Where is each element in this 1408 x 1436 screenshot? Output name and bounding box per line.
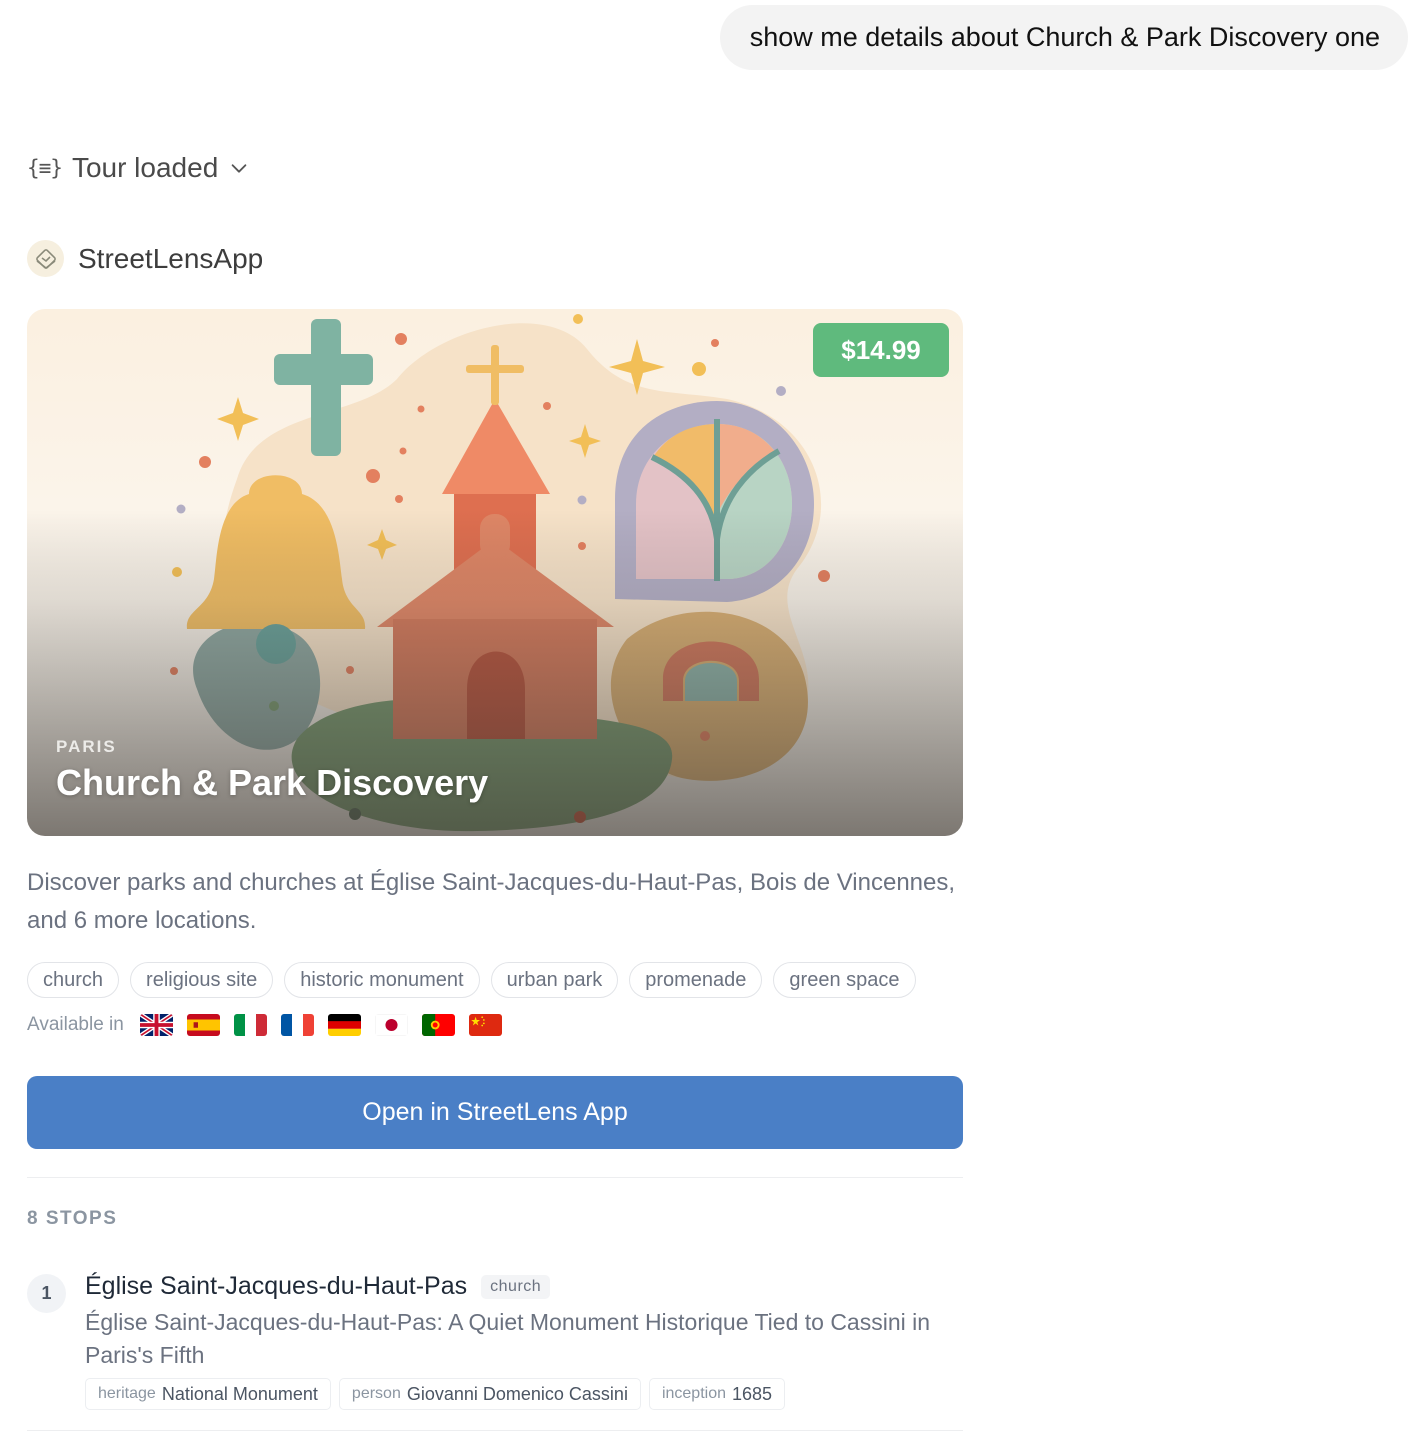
streetlens-logo-icon (27, 240, 64, 277)
tour-title: Church & Park Discovery (56, 762, 489, 803)
app-header: StreetLensApp (27, 240, 263, 277)
flag-cn-icon (468, 1014, 502, 1036)
tour-city: PARIS (56, 737, 117, 756)
tag-chip: green space (773, 962, 916, 998)
stop-title[interactable]: Église Saint-Jacques-du-Haut-Pas (85, 1272, 467, 1301)
fact-value: Giovanni Domenico Cassini (406, 1383, 628, 1404)
tour-description: Discover parks and churches at Église Sa… (27, 869, 956, 934)
fact-chip: person Giovanni Domenico Cassini (338, 1378, 641, 1410)
tour-hero-card[interactable]: $14.99 PARIS Church & Park Discovery (27, 309, 963, 836)
tag-chip: promenade (629, 962, 763, 998)
stops-count: 8 STOPS (27, 1208, 118, 1229)
stop-header: Église Saint-Jacques-du-Haut-Pas church (85, 1272, 551, 1301)
stop-subtitle: Église Saint-Jacques-du-Haut-Pas: A Quie… (85, 1309, 931, 1368)
flag-gb-icon (139, 1014, 173, 1036)
fact-value: National Monument (161, 1383, 318, 1404)
stop-number-badge: 1 (27, 1274, 66, 1313)
fact-chip: heritage National Monument (85, 1378, 331, 1410)
flag-fr-icon (280, 1014, 314, 1036)
fact-key: inception (661, 1385, 726, 1402)
open-in-app-button[interactable]: Open in StreetLens App (27, 1076, 963, 1149)
section-divider (27, 1177, 963, 1178)
tag-chip: church (27, 962, 120, 998)
tag-chip: urban park (490, 962, 619, 998)
flag-es-icon (186, 1014, 220, 1036)
available-label: Available in (27, 1014, 124, 1035)
stop-divider (27, 1430, 963, 1431)
tag-chip: historic monument (284, 962, 480, 998)
braces-icon: {≡} (27, 156, 63, 180)
stop-facts: heritage National Monument person Giovan… (85, 1378, 786, 1410)
stop-type-badge: church (481, 1274, 551, 1299)
chevron-down-icon (231, 164, 247, 173)
available-languages: Available in (27, 1014, 516, 1036)
tour-tags: church religious site historic monument … (27, 962, 916, 998)
fact-key: heritage (98, 1385, 156, 1402)
tool-status-toggle[interactable]: {≡} Tour loaded (27, 152, 250, 184)
tag-chip: religious site (130, 962, 274, 998)
flag-pt-icon (421, 1014, 455, 1036)
price-badge: $14.99 (813, 323, 949, 377)
user-message-text: show me details about Church & Park Disc… (749, 22, 1380, 52)
flag-it-icon (233, 1014, 267, 1036)
fact-key: person (351, 1385, 401, 1402)
app-name: StreetLensApp (78, 242, 264, 274)
flag-jp-icon (374, 1014, 408, 1036)
flag-de-icon (327, 1014, 361, 1036)
church-park-illustration (27, 309, 963, 836)
user-message-bubble: show me details about Church & Park Disc… (719, 5, 1408, 70)
tool-status-label: Tour loaded (71, 152, 219, 183)
fact-value: 1685 (732, 1383, 773, 1404)
fact-chip: inception 1685 (648, 1378, 786, 1410)
